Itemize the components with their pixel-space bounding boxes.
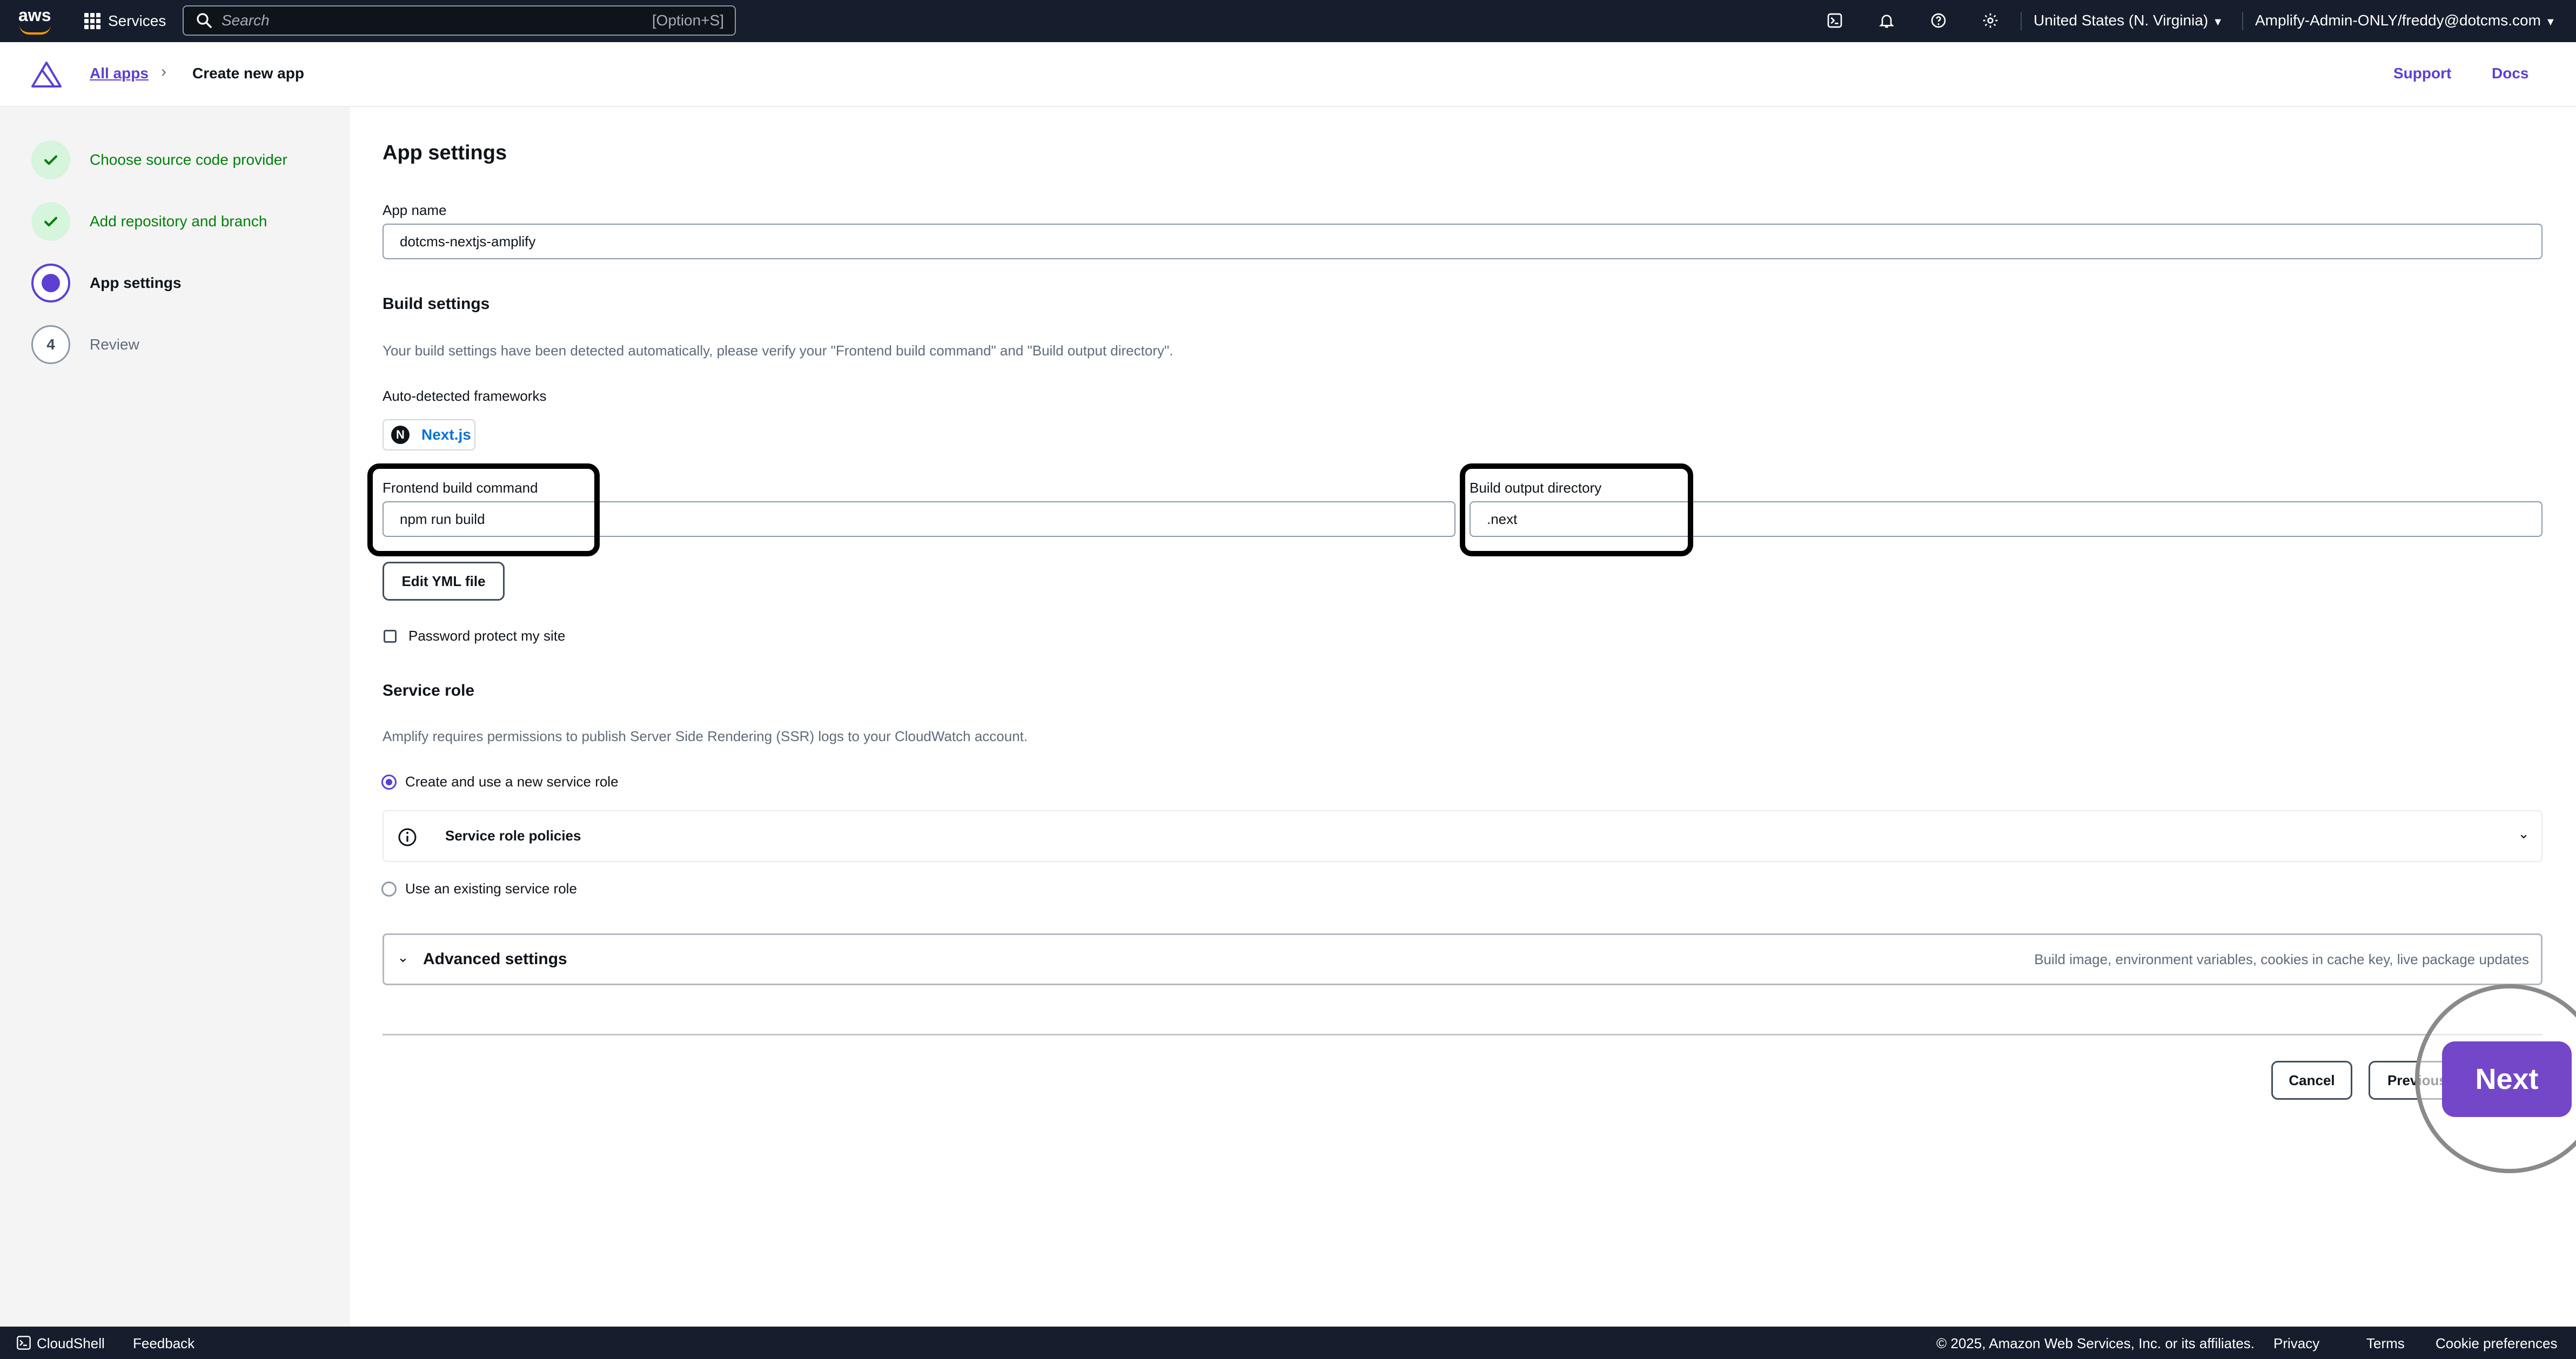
search-shortcut: [Option+S] (652, 12, 724, 29)
create-role-label[interactable]: Create and use a new service role (405, 773, 619, 790)
caret-down-icon: ▼ (2212, 16, 2223, 28)
console-footer: CloudShell Feedback © 2025, Amazon Web S… (0, 1327, 2576, 1359)
account-menu[interactable]: Amplify-Admin-ONLY/freddy@dotcms.com ▼ (2255, 12, 2556, 29)
edit-yml-button[interactable]: Edit YML file (383, 562, 505, 601)
main-content (350, 107, 2576, 1327)
footer-terms[interactable]: Terms (2366, 1335, 2405, 1352)
chevron-down-icon: ⌄ (397, 949, 409, 965)
services-menu[interactable]: Services (84, 10, 166, 32)
advanced-settings-expander[interactable]: ⌄ Advanced settings Build image, environ… (383, 933, 2543, 985)
region-label: United States (N. Virginia) (2034, 12, 2209, 29)
info-icon (398, 828, 417, 846)
step-number: 4 (31, 325, 70, 364)
framework-badge: N Next.js (383, 419, 475, 450)
bell-icon[interactable] (1874, 8, 1900, 33)
services-label: Services (108, 12, 166, 29)
wizard-step-3: App settings (31, 263, 182, 304)
advanced-settings-description: Build image, environment variables, cook… (2034, 951, 2529, 967)
caret-down-icon: ▼ (2545, 16, 2556, 28)
create-role-radio[interactable] (381, 775, 397, 790)
service-role-description: Amplify requires permissions to publish … (383, 728, 1028, 744)
app-name-input[interactable] (383, 224, 2543, 259)
wizard-step-label: Add repository and branch (90, 213, 267, 230)
chevron-down-icon: ⌄ (2518, 825, 2530, 842)
console-search[interactable]: [Option+S] (183, 5, 736, 36)
cancel-button[interactable]: Cancel (2271, 1061, 2352, 1100)
service-role-policies-label: Service role policies (445, 827, 581, 844)
footer-cloudshell[interactable]: CloudShell (37, 1335, 105, 1352)
advanced-settings-label: Advanced settings (423, 950, 567, 968)
next-button[interactable]: Next (2442, 1041, 2572, 1117)
docs-link[interactable]: Docs (2492, 65, 2528, 82)
gear-icon[interactable] (1977, 8, 2003, 33)
wizard-step-1[interactable]: Choose source code provider (31, 139, 287, 180)
highlight-box (367, 463, 600, 556)
password-protect-checkbox[interactable] (384, 630, 397, 643)
wizard-step-4: 4 Review (31, 324, 139, 365)
app-header: All apps › Create new app Support Docs (0, 42, 2576, 107)
search-icon (197, 13, 212, 28)
wizard-step-2[interactable]: Add repository and branch (31, 201, 267, 242)
nextjs-icon: N (391, 426, 410, 444)
build-settings-description: Your build settings have been detected a… (383, 342, 1173, 359)
footer-copyright: © 2025, Amazon Web Services, Inc. or its… (1936, 1335, 2255, 1351)
password-protect-label[interactable]: Password protect my site (408, 628, 565, 644)
app-name-label: App name (383, 202, 447, 218)
footer-privacy[interactable]: Privacy (2273, 1335, 2319, 1352)
current-step-icon (31, 264, 70, 302)
existing-role-label[interactable]: Use an existing service role (405, 880, 577, 897)
support-link[interactable]: Support (2393, 65, 2451, 82)
account-label: Amplify-Admin-ONLY/freddy@dotcms.com (2255, 12, 2541, 29)
cloudshell-icon[interactable] (1822, 8, 1848, 33)
build-settings-heading: Build settings (383, 295, 490, 313)
footer-feedback[interactable]: Feedback (133, 1335, 194, 1352)
service-role-heading: Service role (383, 682, 475, 699)
divider (383, 1034, 2543, 1035)
aws-logo-text: aws (18, 5, 51, 25)
check-icon (31, 140, 70, 179)
existing-role-radio[interactable] (381, 882, 397, 897)
cloudshell-icon (17, 1336, 31, 1350)
amplify-logo[interactable] (30, 60, 63, 89)
frameworks-label: Auto-detected frameworks (383, 388, 547, 404)
check-icon (31, 202, 70, 241)
footer-cookie-preferences[interactable]: Cookie preferences (2436, 1335, 2557, 1352)
service-role-policies-expander[interactable]: Service role policies ⌄ (383, 810, 2543, 862)
console-nav-bar: aws Services [Option+S] United States (N… (0, 0, 2576, 42)
breadcrumb-all-apps[interactable]: All apps (90, 65, 149, 82)
breadcrumb-current: Create new app (192, 65, 304, 82)
wizard-step-label: Choose source code provider (90, 151, 287, 168)
chevron-right-icon: › (161, 63, 166, 80)
region-selector[interactable]: United States (N. Virginia) ▼ (2034, 12, 2223, 29)
highlight-box (1460, 463, 1693, 556)
search-input[interactable] (220, 11, 652, 30)
grid-icon (84, 13, 100, 29)
page-title: App settings (383, 142, 507, 164)
help-icon[interactable] (1926, 8, 1951, 33)
wizard-step-label: Review (90, 336, 139, 353)
framework-name: Next.js (421, 426, 471, 443)
aws-logo[interactable]: aws (18, 6, 53, 35)
wizard-step-label: App settings (90, 274, 182, 291)
